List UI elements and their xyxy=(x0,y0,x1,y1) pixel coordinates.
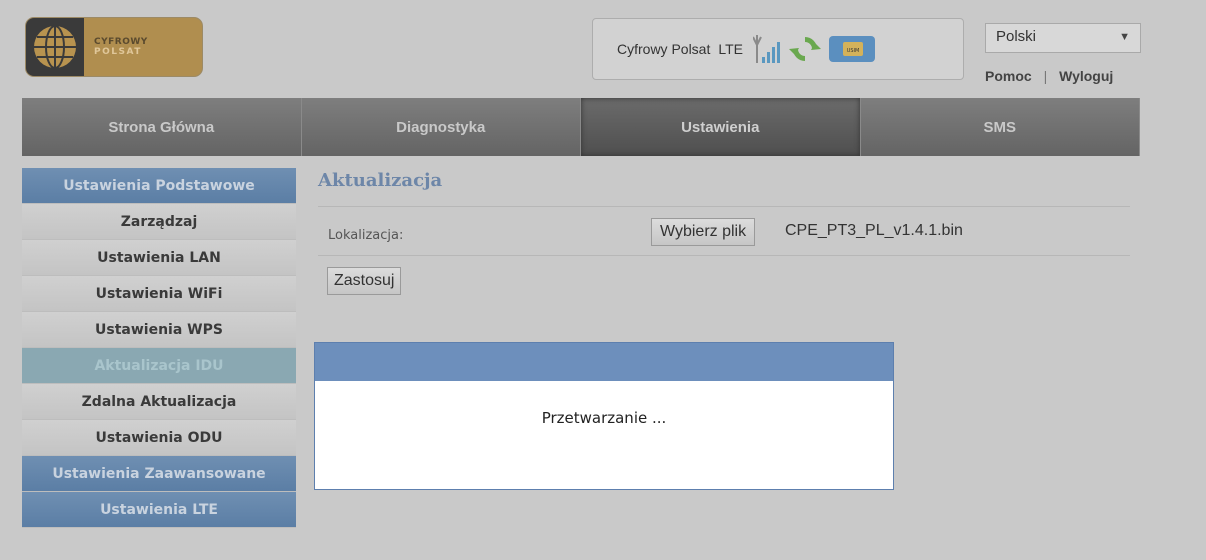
sidebar-item-remote-update[interactable]: Zdalna Aktualizacja xyxy=(22,384,296,420)
processing-message: Przetwarzanie ... xyxy=(541,409,667,427)
settings-sidebar: Ustawienia Podstawowe Zarządzaj Ustawien… xyxy=(22,168,296,528)
processing-dialog: Przetwarzanie ... xyxy=(314,342,894,490)
connection-status-panel: Cyfrowy Polsat LTE USIM xyxy=(592,18,964,80)
globe-icon xyxy=(26,18,84,76)
logout-link[interactable]: Wyloguj xyxy=(1059,68,1113,84)
help-link[interactable]: Pomoc xyxy=(985,68,1032,84)
logo-text-line1: CYFROWY xyxy=(94,37,148,47)
choose-file-button[interactable]: Wybierz plik xyxy=(651,218,756,246)
location-label: Lokalizacja: xyxy=(328,228,404,243)
sidebar-item-lan[interactable]: Ustawienia LAN xyxy=(22,240,296,276)
main-nav: Strona Główna Diagnostyka Ustawienia SMS xyxy=(22,98,1140,156)
header-links: Pomoc | Wyloguj xyxy=(985,68,1113,84)
divider xyxy=(318,255,1130,256)
sidebar-item-lte[interactable]: Ustawienia LTE xyxy=(22,492,296,528)
operator-name: Cyfrowy Polsat xyxy=(617,41,711,57)
network-type: LTE xyxy=(718,41,743,57)
sim-card-icon: USIM xyxy=(829,36,875,62)
selected-file-name: CPE_PT3_PL_v1.4.1.bin xyxy=(785,222,963,239)
refresh-icon[interactable] xyxy=(789,33,821,65)
sidebar-item-wps[interactable]: Ustawienia WPS xyxy=(22,312,296,348)
sidebar-item-wifi[interactable]: Ustawienia WiFi xyxy=(22,276,296,312)
language-select[interactable]: Polski ▼ xyxy=(985,23,1141,53)
page-title: Aktualizacja xyxy=(318,170,443,191)
tab-settings[interactable]: Ustawienia xyxy=(581,98,861,156)
brand-logo: CYFROWY POLSAT xyxy=(25,17,203,77)
apply-button[interactable]: Zastosuj xyxy=(327,267,402,295)
signal-antenna-icon xyxy=(753,33,781,65)
tab-diagnostics[interactable]: Diagnostyka xyxy=(301,98,581,156)
sidebar-item-odu[interactable]: Ustawienia ODU xyxy=(22,420,296,456)
sim-label: USIM xyxy=(847,48,860,54)
language-selected-value: Polski xyxy=(996,28,1037,45)
chevron-down-icon: ▼ xyxy=(1119,31,1130,43)
tab-home[interactable]: Strona Główna xyxy=(22,98,302,156)
sidebar-item-basic-settings[interactable]: Ustawienia Podstawowe xyxy=(22,168,296,204)
tab-sms[interactable]: SMS xyxy=(860,98,1140,156)
link-separator: | xyxy=(1043,68,1048,84)
divider xyxy=(318,206,1130,207)
sidebar-item-advanced-settings[interactable]: Ustawienia Zaawansowane xyxy=(22,456,296,492)
dialog-title-bar xyxy=(315,343,893,381)
logo-text-line2: POLSAT xyxy=(94,47,142,57)
sidebar-item-idu-update[interactable]: Aktualizacja IDU xyxy=(22,348,296,384)
sidebar-item-manage[interactable]: Zarządzaj xyxy=(22,204,296,240)
